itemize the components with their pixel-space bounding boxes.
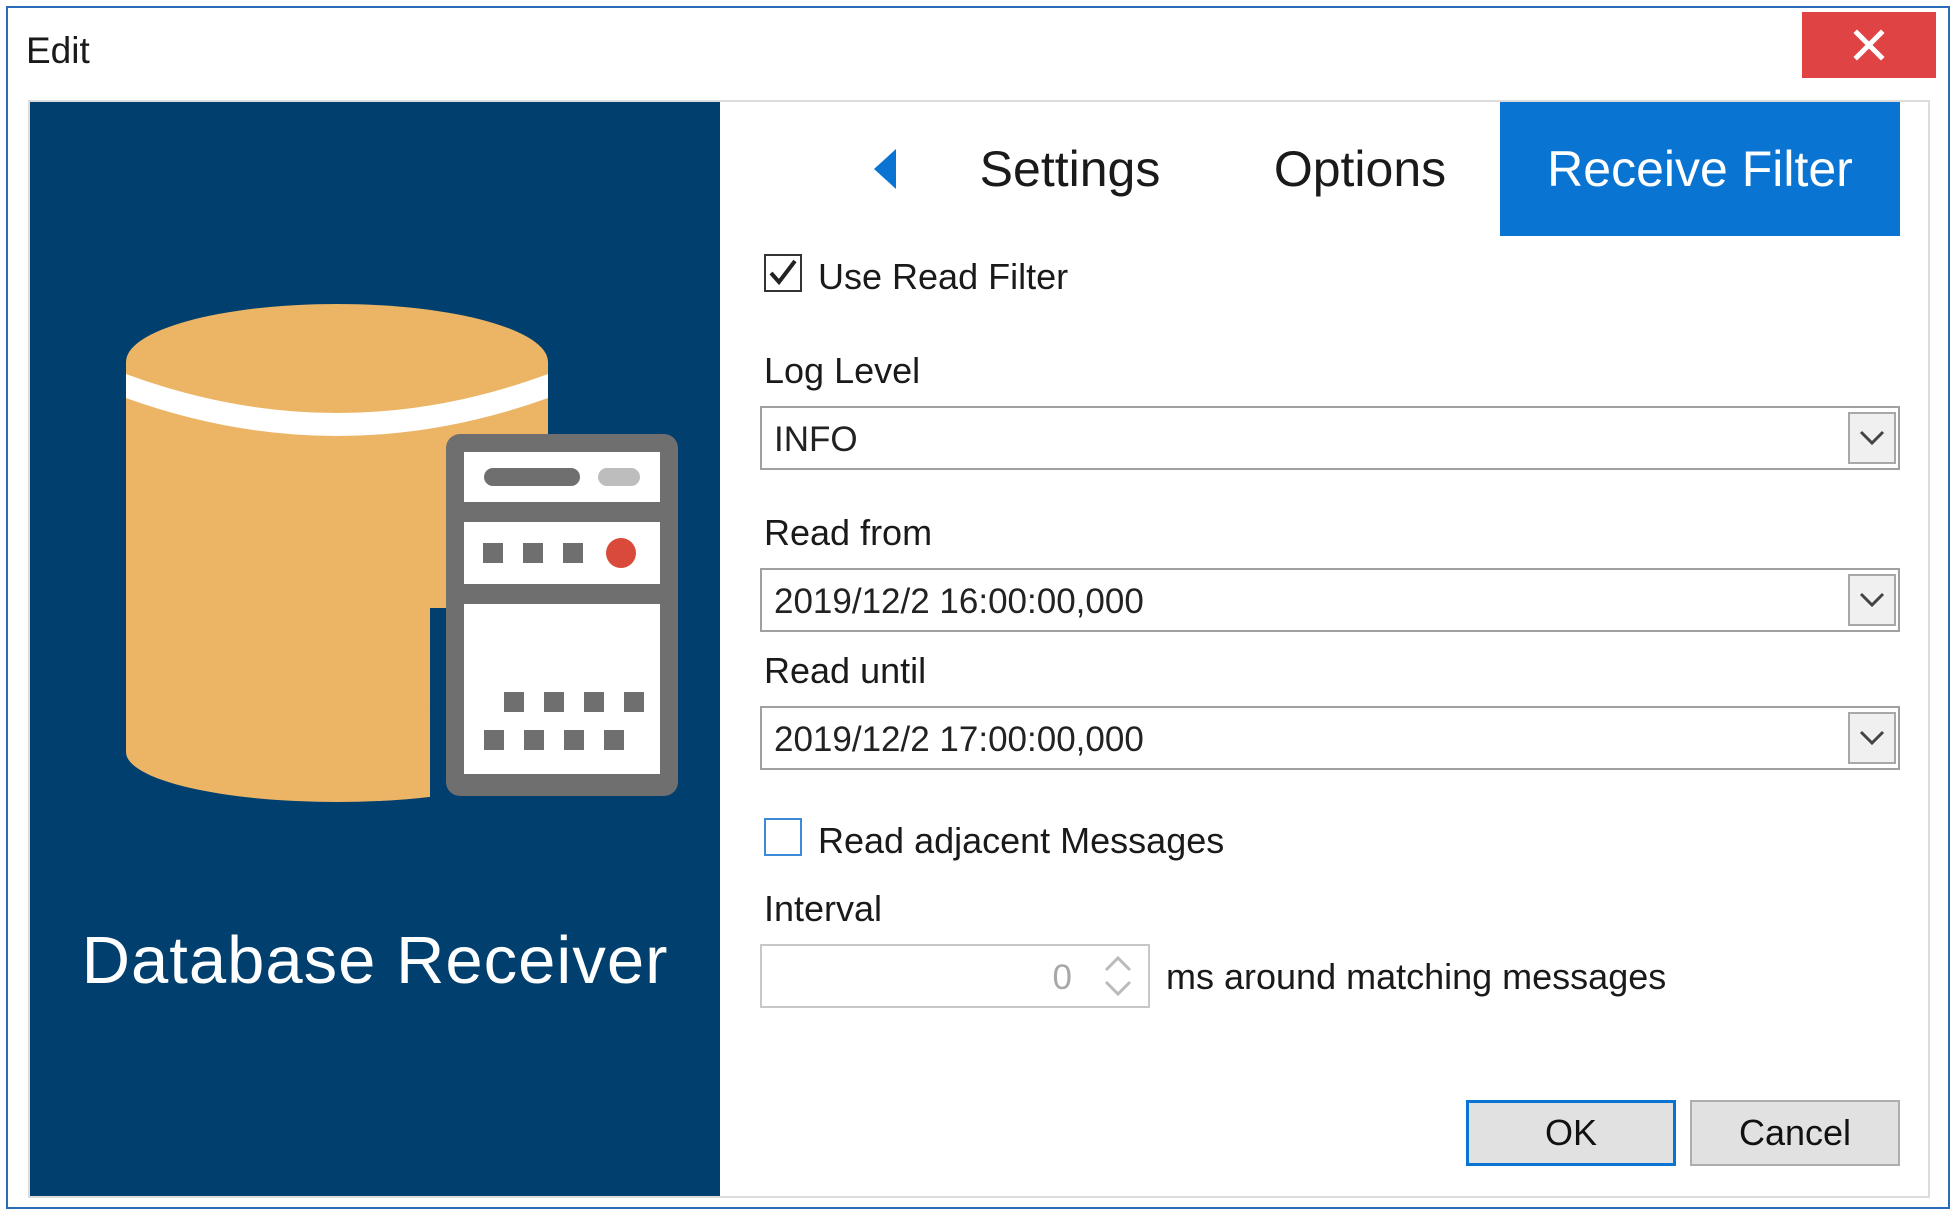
ok-button[interactable]: OK [1466, 1100, 1676, 1166]
log-level-dropdown-button[interactable] [1848, 412, 1896, 464]
triangle-left-icon [874, 149, 896, 189]
interval-suffix: ms around matching messages [1166, 956, 1667, 997]
interval-value: 0 [1052, 958, 1072, 997]
read-from-label: Read from [764, 512, 933, 553]
panel-title: Database Receiver [81, 923, 669, 998]
read-until-value: 2019/12/2 17:00:00,000 [774, 720, 1144, 759]
log-level-value: INFO [774, 420, 858, 459]
chevron-down-icon [1859, 430, 1885, 446]
tab-scroll-left-button[interactable] [870, 147, 900, 191]
checkmark-icon [769, 259, 797, 286]
edit-dialog: Edit Database Receiver Settings Options … [6, 6, 1950, 1209]
log-level-select[interactable]: INFO [760, 406, 1900, 470]
interval-label: Interval [764, 888, 883, 929]
read-until-label: Read until [764, 650, 927, 691]
read-from-dropdown-button[interactable] [1848, 574, 1896, 626]
close-button[interactable] [1802, 12, 1936, 78]
tab-settings[interactable]: Settings [950, 102, 1190, 236]
cancel-button[interactable]: Cancel [1690, 1100, 1900, 1166]
read-until-datetime-picker[interactable]: 2019/12/2 17:00:00,000 [760, 706, 1900, 770]
log-level-label: Log Level [764, 350, 921, 391]
read-adjacent-messages-checkbox[interactable] [764, 818, 802, 856]
receiver-branding-panel: Database Receiver [30, 102, 720, 1196]
window-title: Edit [26, 30, 90, 71]
dialog-content: Database Receiver Settings Options Recei… [28, 100, 1930, 1198]
use-read-filter-checkbox[interactable] [764, 254, 802, 292]
database-receiver-illustration [126, 304, 678, 822]
interval-stepper[interactable]: 0 [760, 944, 1150, 1008]
tab-options[interactable]: Options [1240, 102, 1480, 236]
read-until-dropdown-button[interactable] [1848, 712, 1896, 764]
chevron-down-icon [1859, 592, 1885, 608]
read-adjacent-messages-label[interactable]: Read adjacent Messages [818, 820, 1224, 862]
use-read-filter-label[interactable]: Use Read Filter [818, 256, 1068, 298]
read-from-value: 2019/12/2 16:00:00,000 [774, 582, 1144, 621]
tab-receive-filter[interactable]: Receive Filter [1500, 102, 1900, 236]
tab-strip: Settings Options Receive Filter [720, 102, 1930, 236]
up-down-arrows-icon[interactable] [1098, 950, 1138, 1002]
close-icon [1853, 29, 1885, 61]
chevron-down-icon [1859, 730, 1885, 746]
read-from-datetime-picker[interactable]: 2019/12/2 16:00:00,000 [760, 568, 1900, 632]
